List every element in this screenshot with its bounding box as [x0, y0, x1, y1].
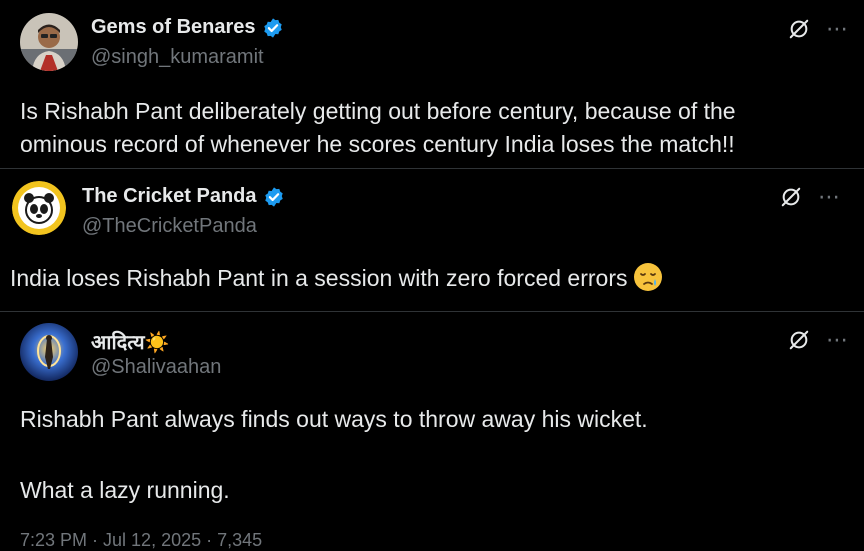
- user-handle[interactable]: @TheCricketPanda: [82, 215, 257, 238]
- tweet-text: Is Rishabh Pant deliberately getting out…: [20, 95, 736, 161]
- grok-icon[interactable]: [788, 18, 810, 40]
- user-handle[interactable]: @singh_kumaramit: [91, 46, 264, 69]
- verified-badge-icon: [262, 17, 284, 39]
- grok-icon[interactable]: [788, 329, 810, 351]
- more-options-icon[interactable]: ⋯: [826, 18, 849, 40]
- verified-badge-icon: [263, 186, 285, 208]
- tweet-text-line: What a lazy running.: [20, 477, 230, 503]
- tweet-timestamp[interactable]: 7:23 PM · Jul 12, 2025 · 7,345: [20, 530, 262, 551]
- display-name[interactable]: आदित्य☀️: [91, 328, 170, 355]
- avatar[interactable]: [20, 13, 78, 71]
- tweet-text-line: ominous record of whenever he scores cen…: [20, 131, 735, 157]
- avatar[interactable]: [20, 323, 78, 381]
- display-name[interactable]: Gems of Benares: [91, 16, 256, 39]
- more-options-icon[interactable]: ⋯: [826, 329, 849, 351]
- display-name[interactable]: The Cricket Panda: [82, 185, 257, 208]
- grok-icon[interactable]: [780, 186, 802, 208]
- avatar[interactable]: [12, 181, 66, 235]
- tweet-text-line: India loses Rishabh Pant in a session wi…: [10, 265, 628, 291]
- tweet-text-line: Rishabh Pant always finds out ways to th…: [20, 406, 648, 432]
- tweet-text-line: Is Rishabh Pant deliberately getting out…: [20, 98, 736, 124]
- tweet-3[interactable]: आदित्य☀️ @Shalivaahan ⋯ Rishabh Pant alw…: [0, 312, 864, 550]
- tweet-text: India loses Rishabh Pant in a session wi…: [10, 262, 663, 295]
- more-options-icon[interactable]: ⋯: [818, 186, 841, 208]
- tweet-1[interactable]: Gems of Benares @singh_kumaramit ⋯ Is Ri…: [0, 0, 864, 168]
- tweet-2[interactable]: The Cricket Panda @TheCricketPanda ⋯ Ind…: [0, 169, 864, 311]
- user-handle[interactable]: @Shalivaahan: [91, 356, 221, 379]
- sad-relieved-face-emoji: [633, 262, 663, 292]
